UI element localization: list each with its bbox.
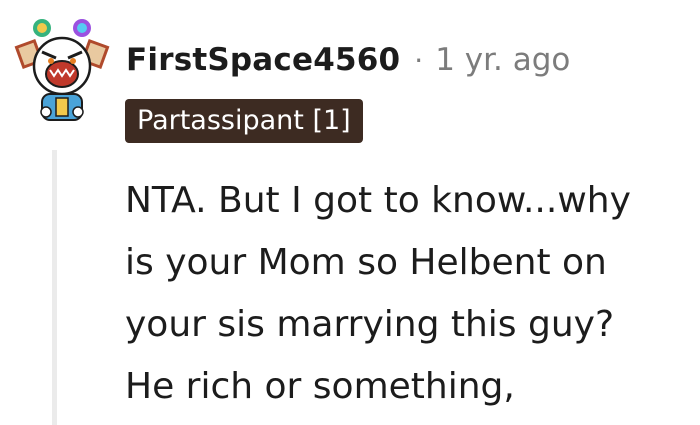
comment-header: FirstSpace4560 · 1 yr. ago xyxy=(126,36,570,84)
timestamp-link[interactable]: 1 yr. ago xyxy=(435,42,570,78)
comment: FirstSpace4560 · 1 yr. ago Partassipant … xyxy=(0,0,700,425)
meta-separator: · xyxy=(414,43,424,77)
comment-body-line: is your Mom so Helbent on xyxy=(125,242,607,283)
user-avatar-icon[interactable] xyxy=(12,14,112,126)
comment-body-line: your sis marrying this guy? xyxy=(125,304,615,345)
comment-body-line: NTA. But I got to know...why xyxy=(125,180,631,221)
snoo-avatar-icon xyxy=(14,19,110,121)
username-link[interactable]: FirstSpace4560 xyxy=(126,42,400,78)
comment-body-line: He rich or something, xyxy=(125,366,515,407)
comment-body: NTA. But I got to know...why is your Mom… xyxy=(125,170,695,418)
thread-collapse-line[interactable] xyxy=(52,150,57,425)
user-flair-badge: Partassipant [1] xyxy=(125,99,363,143)
